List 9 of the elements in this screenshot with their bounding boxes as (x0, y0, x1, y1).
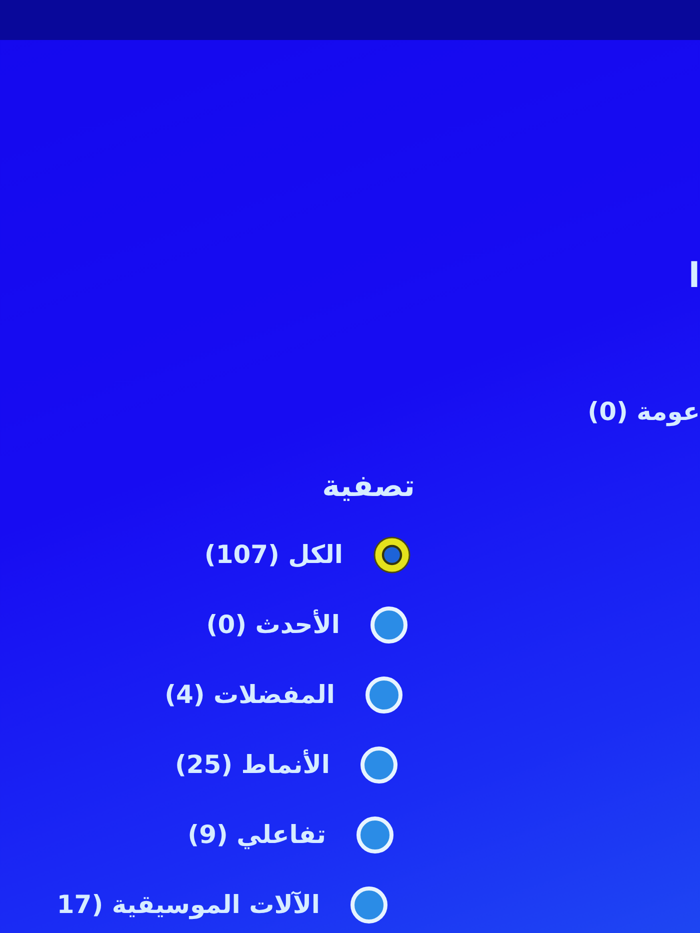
filter-heading: تصفية (322, 468, 415, 506)
menu-item[interactable]: عومة (0) (588, 394, 700, 430)
filter-option[interactable]: الأحدث (0) (206, 603, 408, 647)
filter-option[interactable]: تفاعلي (9) (188, 813, 394, 857)
filter-option[interactable]: الكل (107) (204, 533, 411, 577)
section-heading: ا (688, 258, 700, 294)
filter-option[interactable]: الآلات الموسيقية (17 (56, 883, 388, 927)
filter-option[interactable]: المفضلات (4) (164, 673, 403, 717)
filter-option[interactable]: الأنماط (25) (174, 743, 398, 787)
